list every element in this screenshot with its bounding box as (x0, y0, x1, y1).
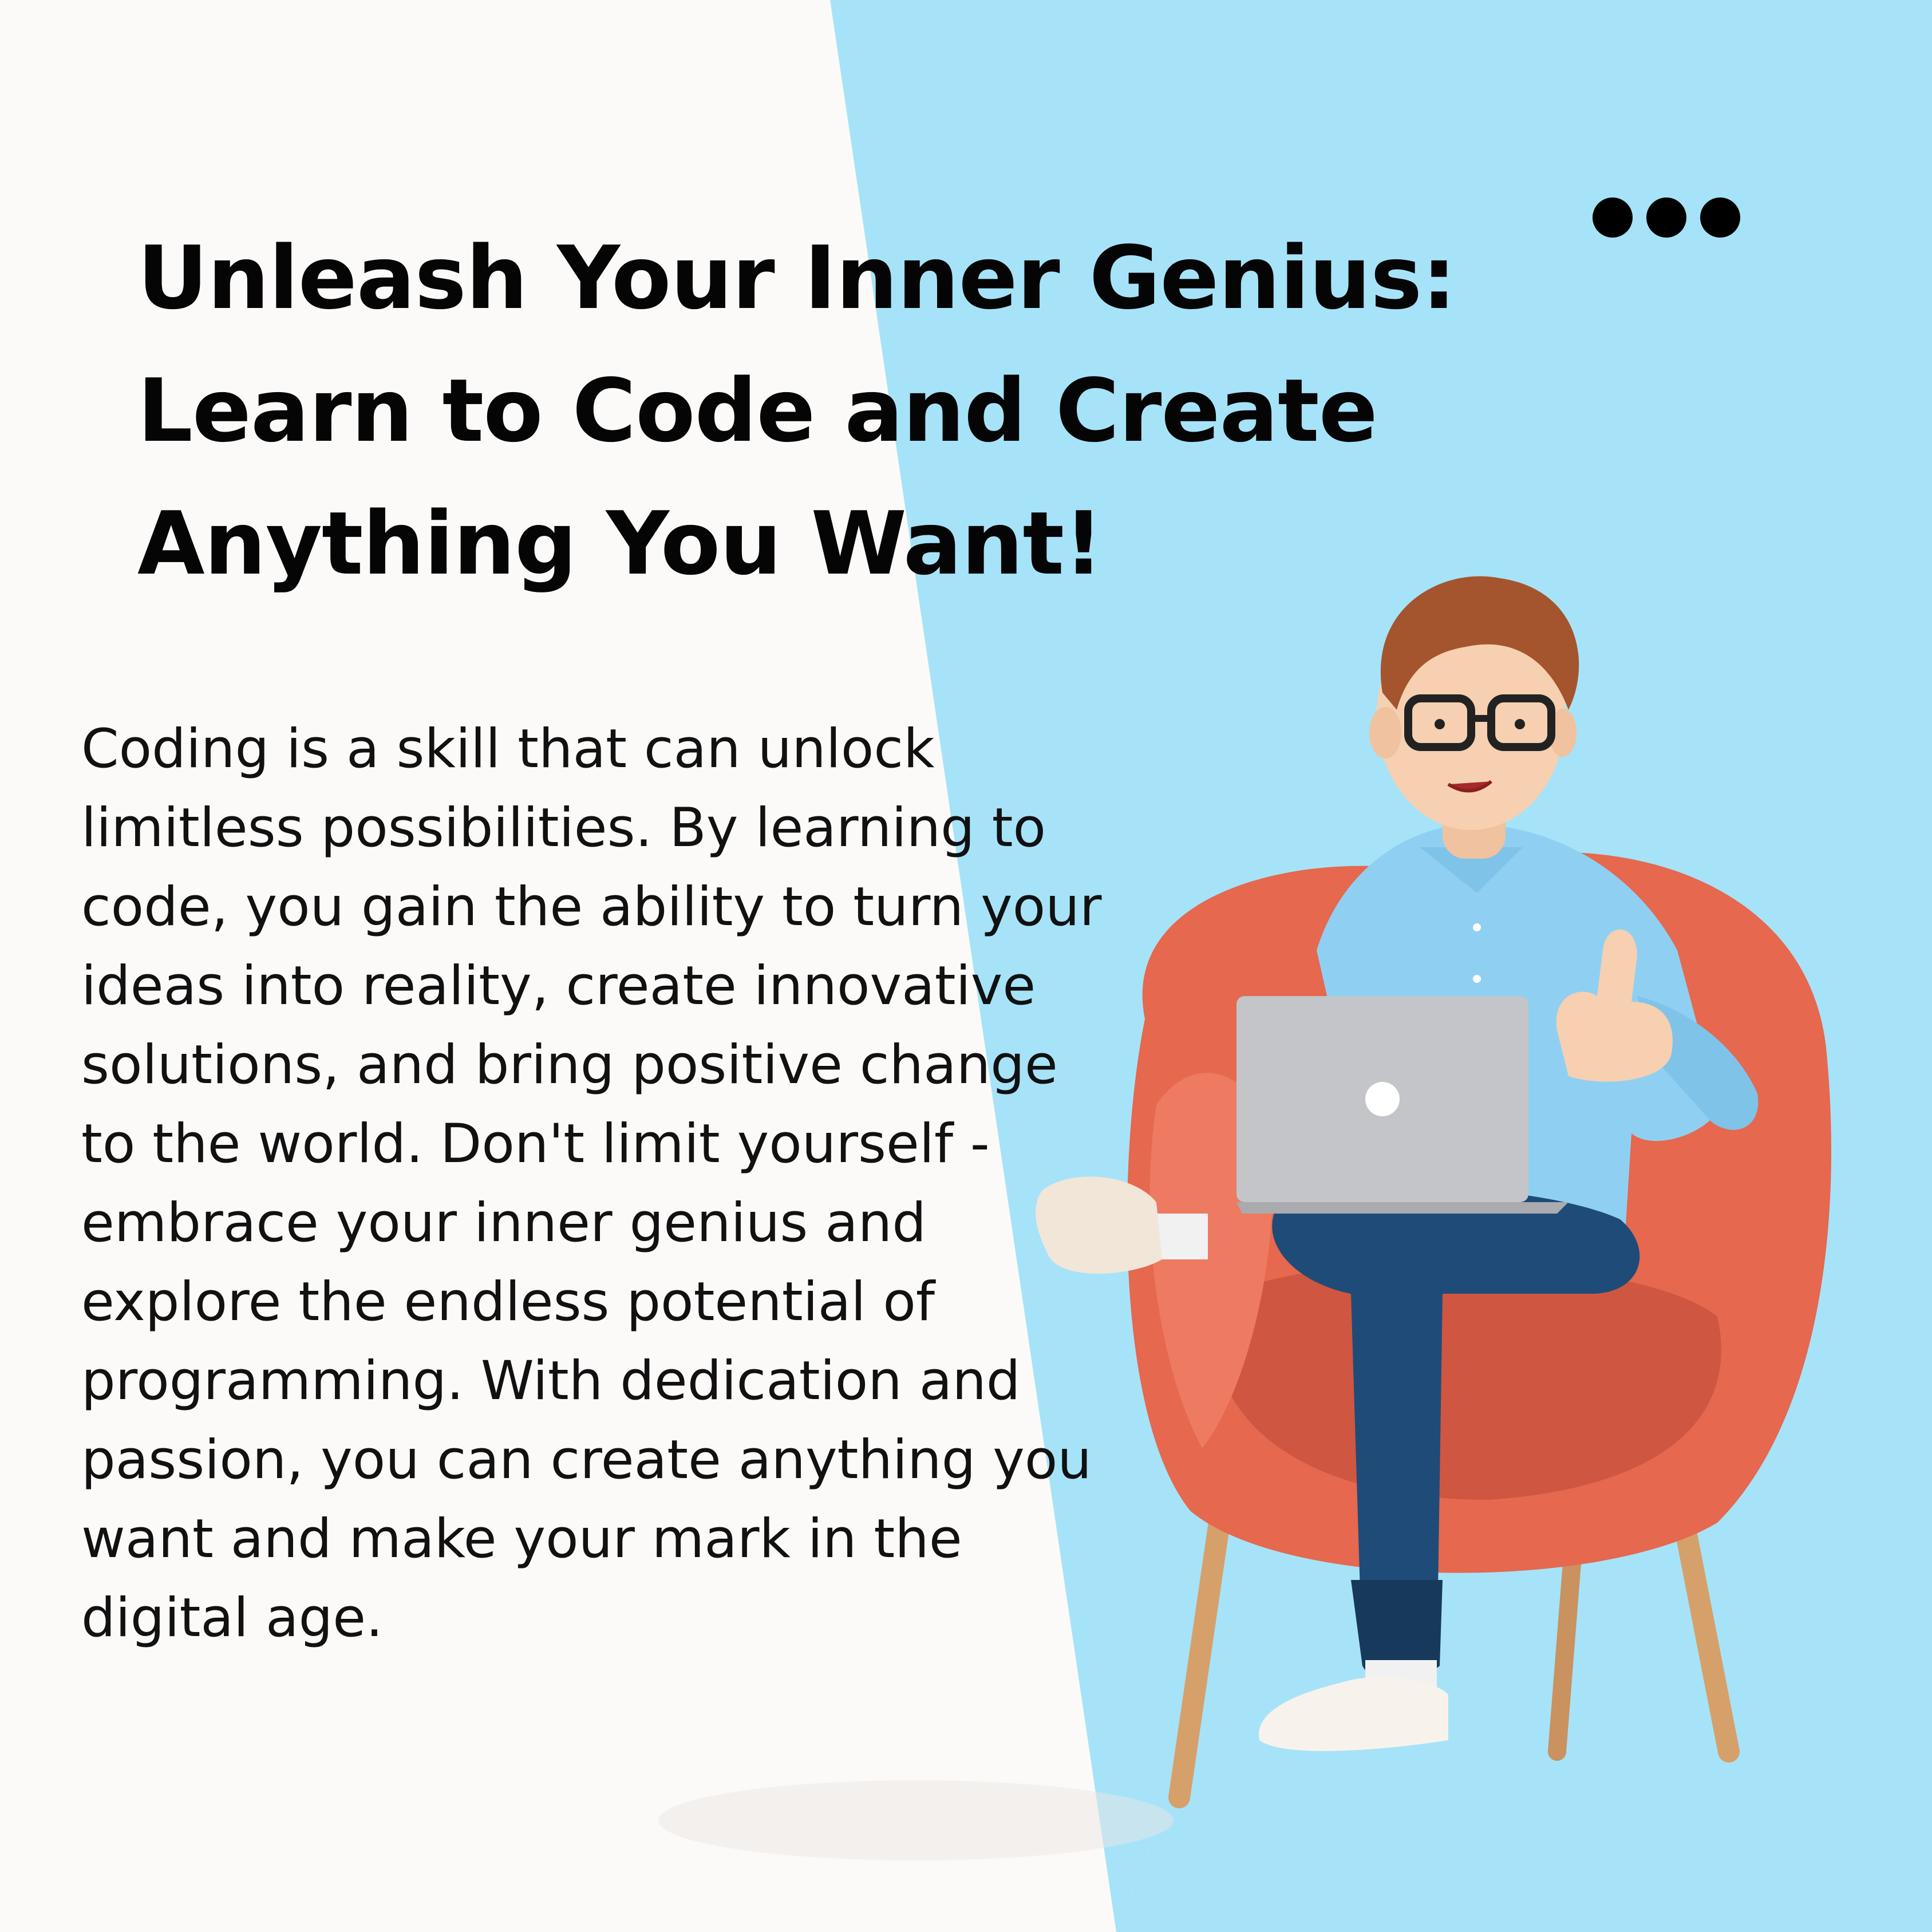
more-dots-icon[interactable] (1593, 197, 1740, 238)
dot (1700, 197, 1740, 238)
headline-line-2: Learn to Code and Create (137, 360, 1378, 461)
person-with-laptop-illustration (1036, 576, 1832, 1808)
dot (1646, 197, 1686, 238)
laptop (1236, 996, 1568, 1214)
headline-line-1: Unleash Your Inner Genius: (137, 227, 1456, 329)
dot (1593, 197, 1633, 238)
